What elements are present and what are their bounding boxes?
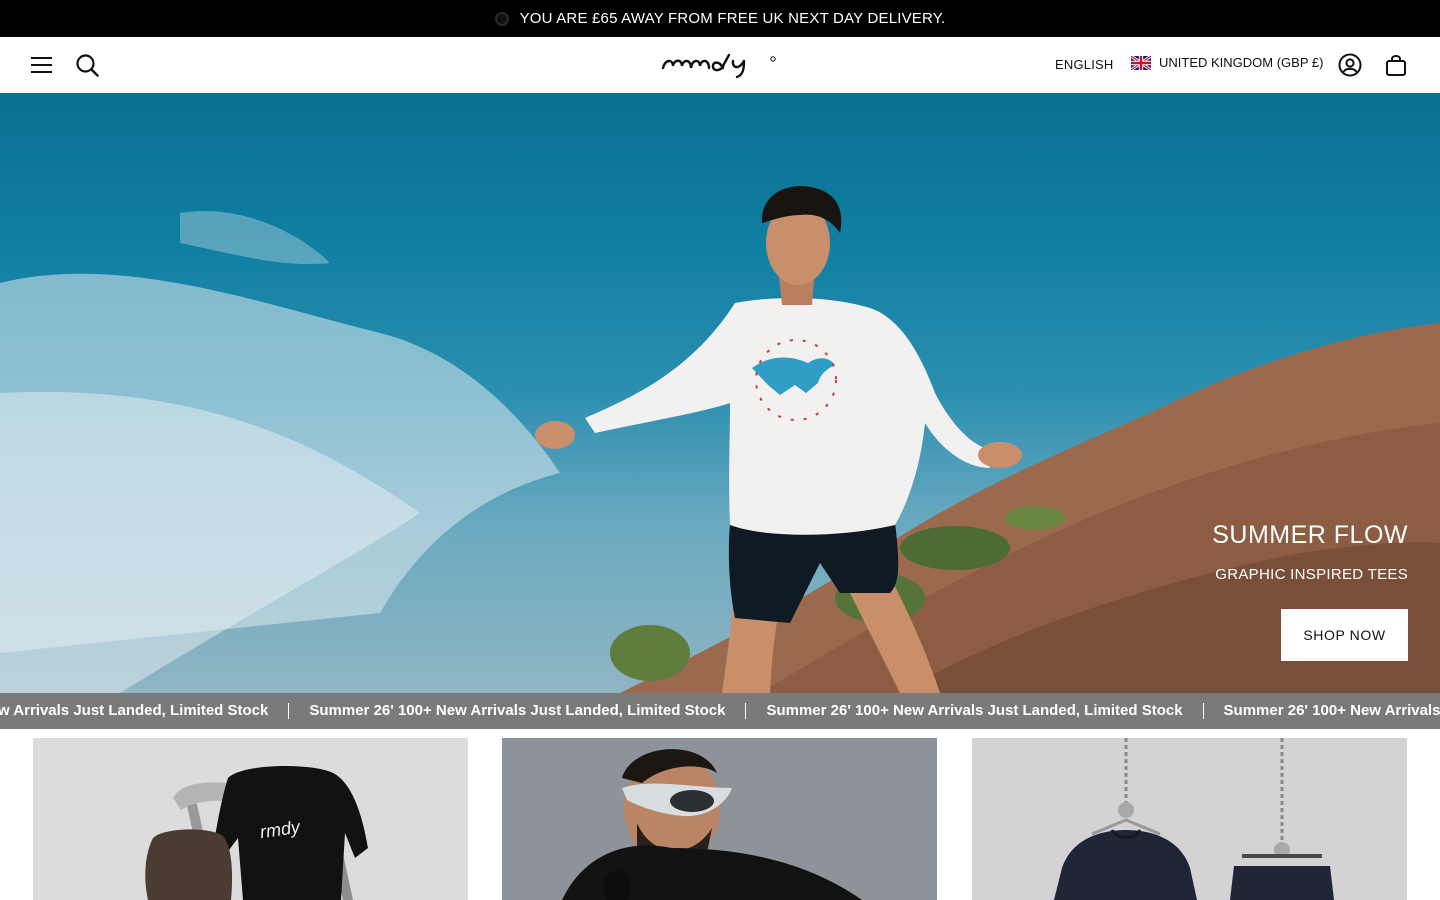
- language-selector[interactable]: ENGLISH: [1055, 57, 1113, 72]
- marquee-track: w Arrivals Just Landed, Limited Stock Su…: [0, 693, 1440, 729]
- marquee-item: Summer 26' 100+ New Arrivals Just Landed…: [289, 703, 747, 719]
- marquee-item: Summer 26' 100+ New Arrivals Just Landed…: [1223, 702, 1440, 719]
- progress-ring-icon: [494, 11, 509, 26]
- chair-hoodie-image: rmdy: [33, 738, 468, 900]
- announcement-bar: YOU ARE £65 AWAY FROM FREE UK NEXT DAY D…: [0, 0, 1440, 37]
- bag-icon[interactable]: [1385, 53, 1407, 77]
- hero-title: SUMMER FLOW: [1212, 521, 1408, 549]
- hero-image: [0, 186, 1440, 693]
- announcement-text: YOU ARE £65 AWAY FROM FREE UK NEXT DAY D…: [519, 10, 946, 27]
- site-header: ENGLISH UNITED KINGDOM (GBP £): [0, 37, 1440, 93]
- hero-banner[interactable]: SUMMER FLOW GRAPHIC INSPIRED TEES SHOP N…: [0, 93, 1440, 693]
- collection-tile[interactable]: [502, 738, 937, 900]
- hanging-tracksuit-image: [972, 738, 1407, 900]
- hero-text-block: SUMMER FLOW GRAPHIC INSPIRED TEES: [1212, 521, 1408, 583]
- model-sunglasses-image: [502, 738, 937, 900]
- hero-subtitle: GRAPHIC INSPIRED TEES: [1215, 566, 1408, 583]
- shop-now-button[interactable]: SHOP NOW: [1281, 609, 1408, 661]
- marquee-item: w Arrivals Just Landed, Limited Stock: [0, 703, 290, 719]
- account-icon[interactable]: [1338, 53, 1362, 77]
- brand-logo[interactable]: [661, 53, 779, 79]
- collection-tile[interactable]: [972, 738, 1407, 900]
- hamburger-icon[interactable]: [31, 56, 52, 73]
- announcement-marquee: w Arrivals Just Landed, Limited Stock Su…: [0, 693, 1440, 729]
- collection-tile[interactable]: rmdy: [33, 738, 468, 900]
- marquee-item: Summer 26' 100+ New Arrivals Just Landed…: [746, 703, 1204, 719]
- country-selector[interactable]: UNITED KINGDOM (GBP £): [1131, 55, 1323, 70]
- country-label: UNITED KINGDOM (GBP £): [1159, 55, 1324, 70]
- search-icon[interactable]: [75, 53, 99, 77]
- uk-flag-icon: [1131, 55, 1151, 70]
